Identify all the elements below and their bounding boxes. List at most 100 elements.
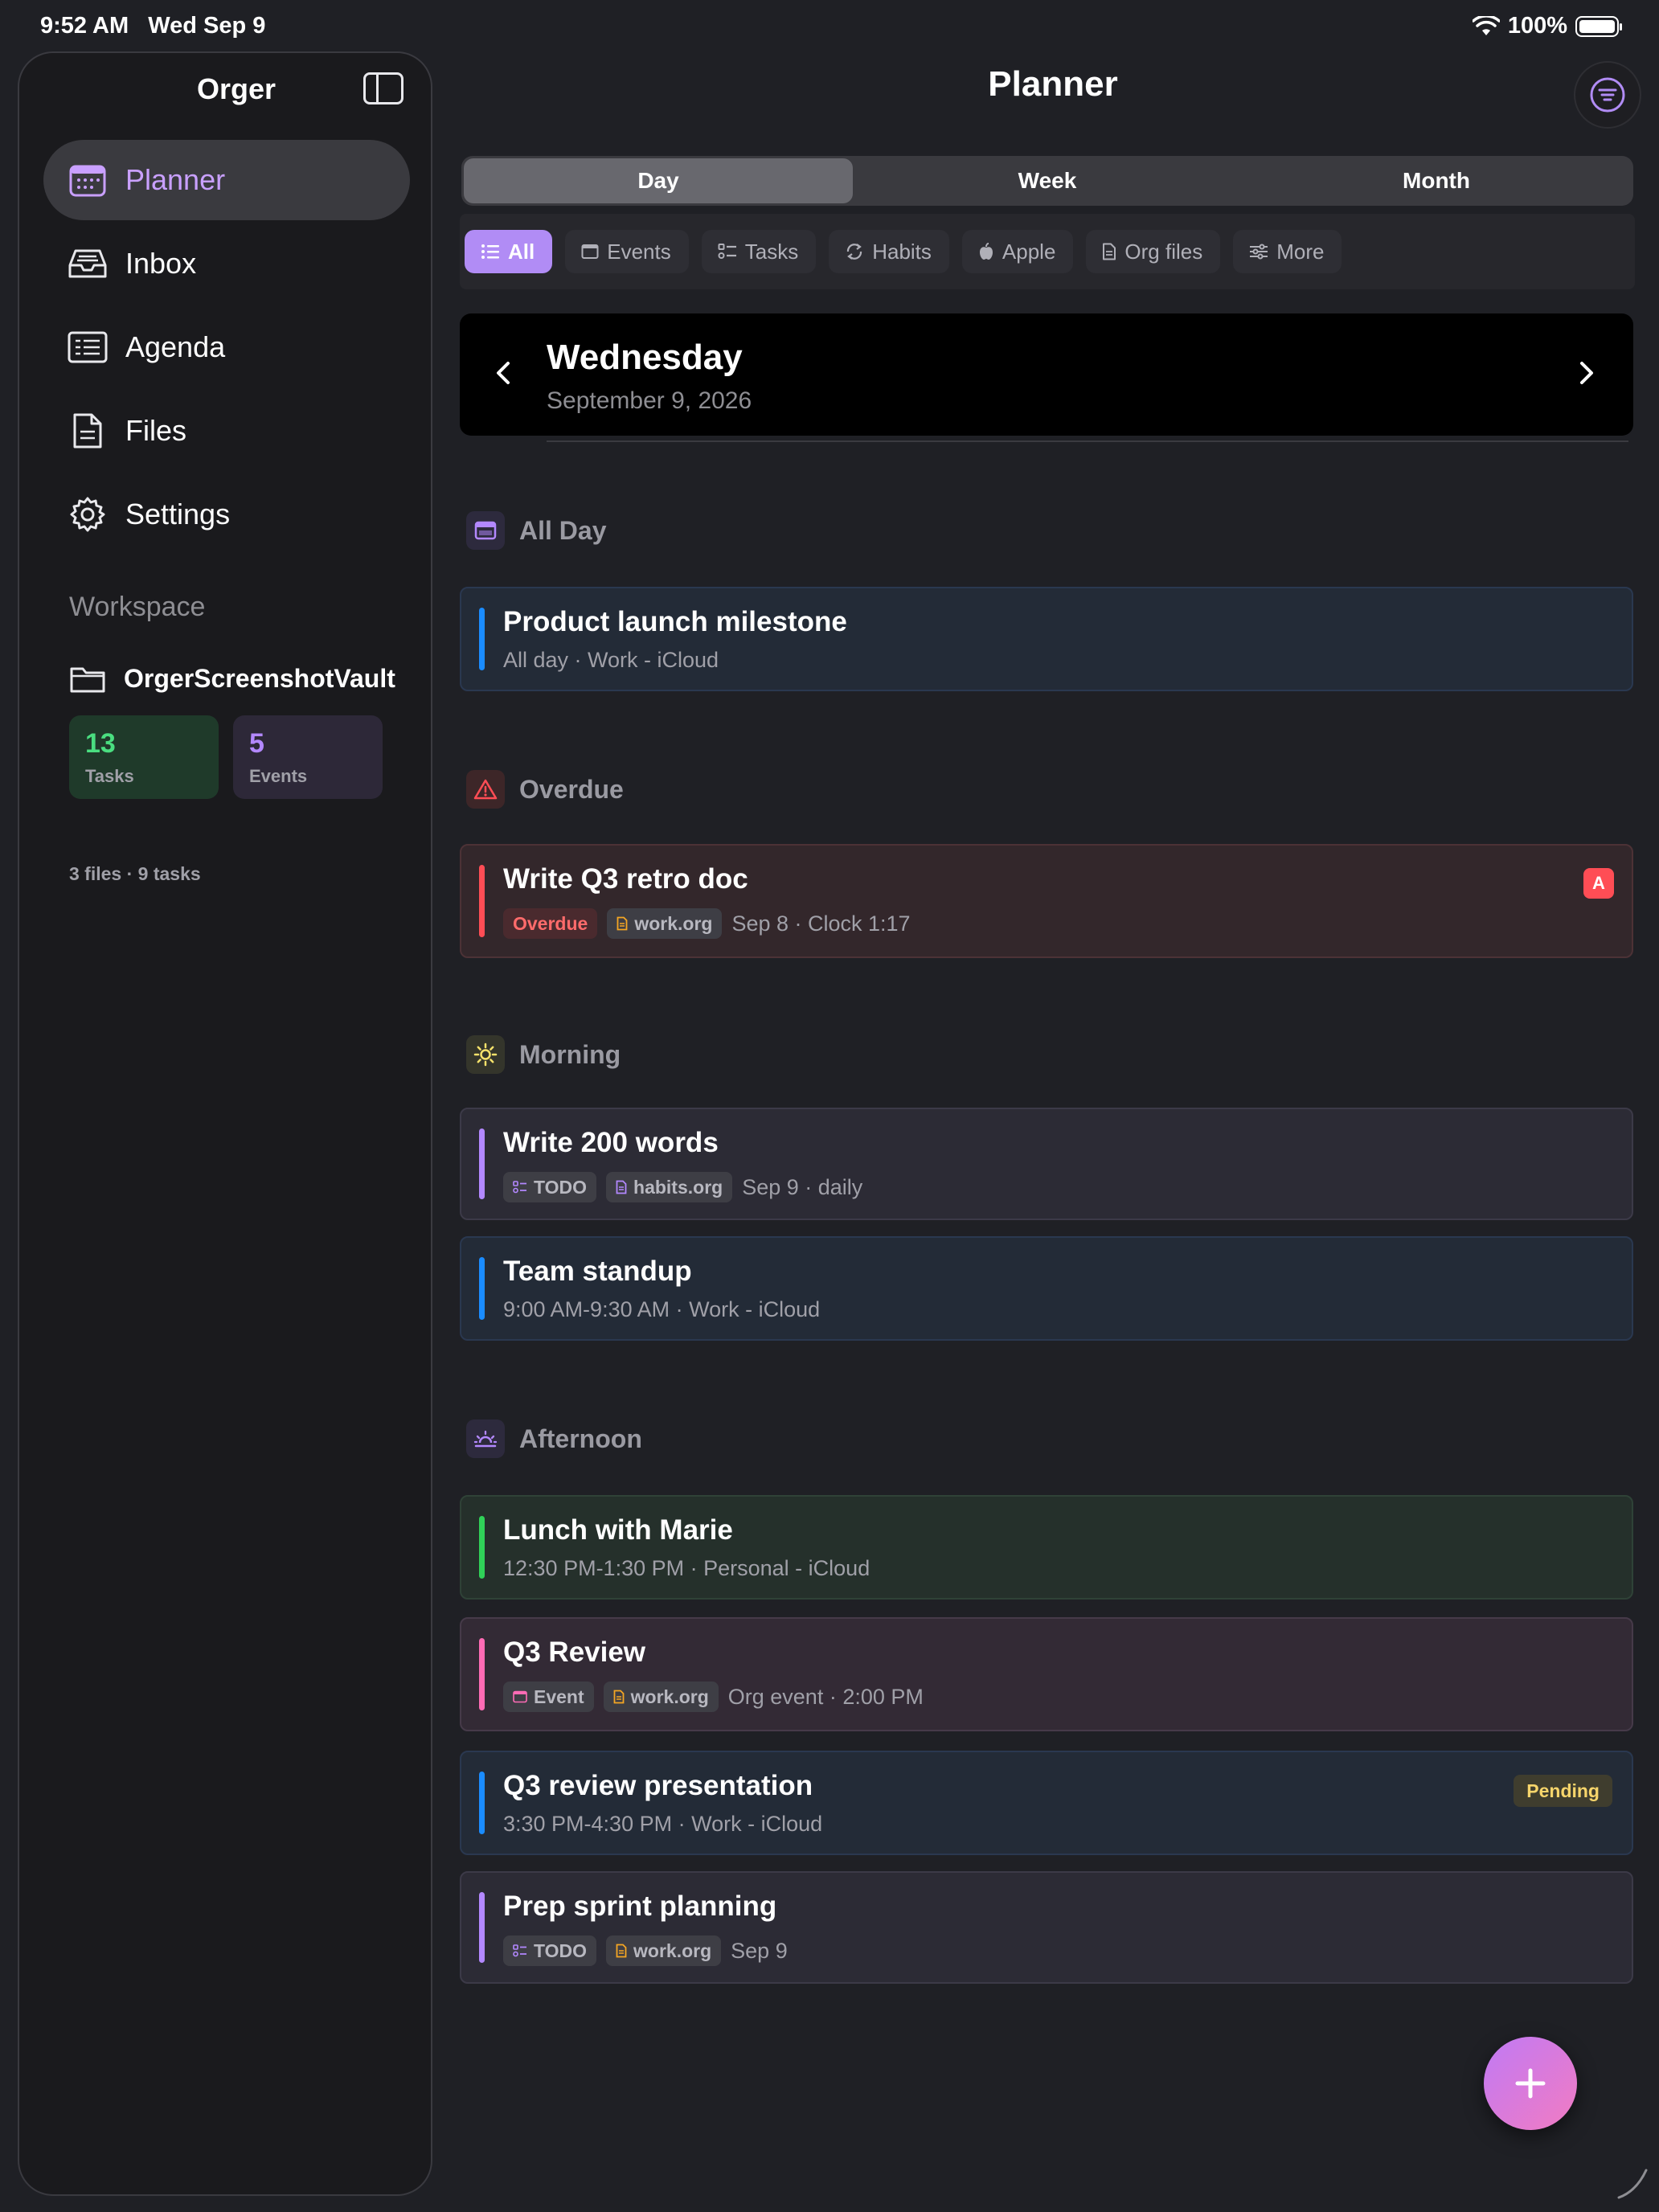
sidebar-item-label: Agenda (125, 330, 226, 363)
chevron-right-icon (1580, 362, 1593, 384)
chip-events[interactable]: Events (565, 230, 689, 273)
event-card-standup[interactable]: Team standup 9:00 AM-9:30 AM · Work - iC… (460, 1236, 1633, 1341)
file-icon (613, 1690, 625, 1704)
date-header: Wednesday September 9, 2026 (460, 313, 1633, 436)
sidebar-item-inbox[interactable]: Inbox (43, 223, 410, 304)
chip-label: Tasks (744, 239, 799, 264)
card-title: Write Q3 retro doc (503, 863, 748, 895)
checklist-icon (513, 1944, 526, 1957)
vault-row[interactable]: OrgerScreenshotVault (69, 664, 395, 694)
card-subtitle: 9:00 AM-9:30 AM · Work - iCloud (503, 1297, 821, 1321)
resize-handle-icon (1617, 2169, 1648, 2199)
filter-icon (1590, 77, 1625, 113)
files-summary: 3 files · 9 tasks (69, 863, 201, 884)
task-card-sprint[interactable]: Prep sprint planning TODO work.org Sep 9 (460, 1871, 1633, 1984)
sidebar: Orger Planner Inbox Agenda Files Setting… (18, 51, 432, 2196)
file-tag-label: work.org (633, 1940, 712, 1961)
gear-icon (68, 497, 108, 532)
card-subtitle: All day · Work - iCloud (503, 648, 719, 672)
priority-badge: A (1583, 868, 1614, 899)
add-button[interactable] (1484, 2037, 1577, 2130)
sliders-icon (1250, 244, 1268, 260)
overdue-tag: Overdue (503, 908, 598, 939)
chip-more[interactable]: More (1233, 230, 1342, 273)
card-title: Lunch with Marie (503, 1514, 733, 1546)
events-count: 5 (249, 728, 264, 759)
sidebar-item-agenda[interactable]: Agenda (43, 307, 410, 387)
chip-apple[interactable]: Apple (961, 230, 1074, 273)
segment-day[interactable]: Day (464, 158, 853, 203)
file-tag[interactable]: work.org (603, 1682, 719, 1712)
chip-habits[interactable]: Habits (829, 230, 949, 273)
chevron-left-icon (497, 362, 510, 384)
filter-chip-row: All Events Tasks Habits Apple Org files … (460, 214, 1635, 289)
file-tag[interactable]: work.org (607, 908, 723, 939)
segment-week[interactable]: Week (853, 158, 1242, 203)
chip-tasks[interactable]: Tasks (701, 230, 817, 273)
sidebar-item-planner[interactable]: Planner (43, 140, 410, 220)
tasks-stat-card[interactable]: 13 Tasks (69, 715, 219, 799)
events-stat-card[interactable]: 5 Events (233, 715, 383, 799)
event-card-q3-presentation[interactable]: Q3 review presentation Pending 3:30 PM-4… (460, 1751, 1633, 1855)
color-bar (479, 1772, 485, 1834)
state-tag: TODO (503, 1936, 597, 1966)
card-meta: Overdue work.org Sep 8 · Clock 1:17 (503, 908, 911, 939)
next-day-button[interactable] (1563, 349, 1611, 397)
file-tag-label: work.org (634, 912, 713, 934)
section-morning: Morning (466, 1035, 621, 1074)
event-card-lunch[interactable]: Lunch with Marie 12:30 PM-1:30 PM · Pers… (460, 1495, 1633, 1600)
status-date-text: Wed Sep 9 (148, 13, 266, 39)
event-card-product-launch[interactable]: Product launch milestone All day · Work … (460, 587, 1633, 691)
previous-day-button[interactable] (479, 349, 527, 397)
folder-icon (70, 667, 105, 692)
calendar-icon (581, 244, 599, 259)
chip-all[interactable]: All (465, 230, 553, 273)
section-all-day: All Day (466, 511, 606, 550)
color-bar (479, 608, 485, 670)
sidebar-item-files[interactable]: Files (43, 391, 410, 471)
calendar-icon (466, 511, 505, 550)
file-icon (1103, 243, 1116, 260)
sidebar-toggle-icon[interactable] (363, 72, 403, 104)
org-event-card-q3-review[interactable]: Q3 Review Event work.org Org event · 2:0… (460, 1617, 1633, 1731)
task-card-q3-retro[interactable]: Write Q3 retro doc A Overdue work.org Se… (460, 844, 1633, 958)
color-bar (479, 1892, 485, 1963)
type-tag: Event (503, 1682, 594, 1712)
warning-icon (466, 770, 505, 809)
card-subtitle: 12:30 PM-1:30 PM · Personal - iCloud (503, 1556, 870, 1580)
section-afternoon: Afternoon (466, 1419, 642, 1458)
status-right: 100% (1472, 13, 1622, 39)
state-tag: TODO (503, 1172, 597, 1202)
sidebar-item-label: Planner (125, 163, 226, 196)
inbox-icon (68, 246, 108, 281)
section-title: Overdue (519, 774, 624, 804)
sidebar-nav: Planner Inbox Agenda Files Settings (43, 140, 410, 558)
view-segmented-control: Day Week Month (461, 156, 1633, 206)
card-detail: Sep 8 · Clock 1:17 (731, 911, 911, 936)
segment-month[interactable]: Month (1242, 158, 1631, 203)
file-icon (616, 1180, 627, 1194)
state-tag-label: TODO (534, 1940, 588, 1961)
chip-label: All (508, 239, 535, 264)
card-title: Q3 review presentation (503, 1770, 813, 1801)
status-time: 9:52 AM Wed Sep 9 (40, 13, 265, 39)
card-title: Product launch milestone (503, 606, 847, 637)
file-tag[interactable]: habits.org (606, 1172, 733, 1202)
color-bar (479, 1638, 485, 1710)
list-icon (481, 244, 499, 259)
filter-button[interactable] (1574, 61, 1641, 129)
section-overdue: Overdue (466, 770, 624, 809)
chip-org-files[interactable]: Org files (1086, 230, 1221, 273)
battery-percent: 100% (1507, 13, 1567, 39)
card-meta: TODO work.org Sep 9 (503, 1936, 788, 1966)
file-tag-label: work.org (630, 1686, 709, 1707)
card-detail: Org event · 2:00 PM (727, 1684, 924, 1709)
card-detail: Sep 9 (731, 1938, 788, 1963)
card-title: Write 200 words (503, 1127, 719, 1158)
wifi-icon (1472, 15, 1500, 35)
habit-card-write-words[interactable]: Write 200 words TODO habits.org Sep 9 · … (460, 1108, 1633, 1220)
file-tag[interactable]: work.org (606, 1936, 722, 1966)
card-subtitle: 3:30 PM-4:30 PM · Work - iCloud (503, 1812, 823, 1836)
color-bar (479, 1129, 485, 1199)
sidebar-item-settings[interactable]: Settings (43, 474, 410, 555)
